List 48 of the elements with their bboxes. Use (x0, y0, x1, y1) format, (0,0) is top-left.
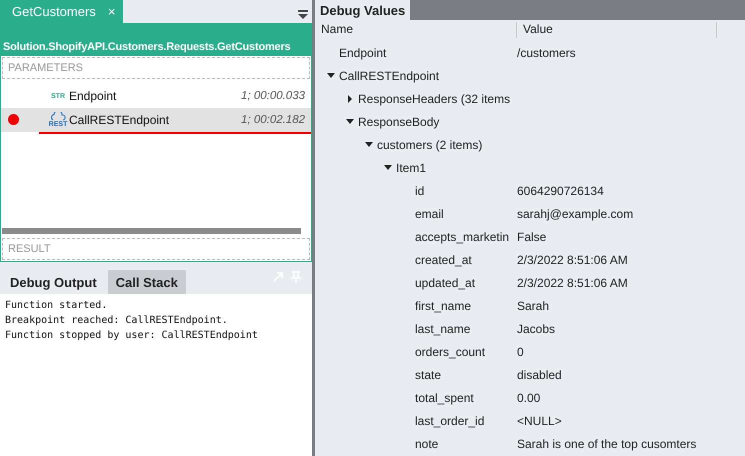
tree-item[interactable]: last_name (415, 322, 470, 336)
value-text: Sarah is one of the top cusomters (516, 436, 696, 450)
column-header[interactable]: Value (517, 22, 717, 38)
value-text: <NULL> (516, 414, 562, 428)
tree-item[interactable]: id (415, 184, 424, 198)
breakpoint-icon[interactable] (8, 114, 19, 125)
path-bar: Solution.ShopifyAPI.Customers.Requests.GetCustomers (0, 23, 312, 56)
step-timing: 1; 00:00.033 (241, 90, 305, 102)
tree-item[interactable]: email (415, 206, 444, 220)
tree-item[interactable]: first_name (415, 298, 472, 312)
tree-item[interactable]: last_order_id (415, 414, 484, 428)
output-line: Function started. (5, 299, 108, 313)
value-text: 0 (516, 344, 524, 358)
tree-item[interactable]: CallRESTEndpoint (339, 68, 440, 82)
tree-item[interactable]: orders_count (415, 344, 486, 358)
value-text: False (516, 230, 546, 244)
tree-item[interactable]: created_at (415, 252, 472, 266)
value-text: Jacobs (516, 322, 556, 336)
value-text: sarahj@example.com (516, 206, 634, 220)
horizontal-scrollbar[interactable] (2, 228, 301, 234)
tree-item[interactable]: accepts_marketin (415, 230, 510, 244)
value-text: /customers (516, 46, 576, 60)
value-text: 6064290726134 (516, 184, 604, 198)
output-tab[interactable]: Call Stack (108, 270, 186, 294)
menu-dropdown-icon[interactable] (298, 10, 308, 19)
value-text: 2/3/2022 8:51:06 AM (516, 252, 628, 266)
step-name: Endpoint (69, 89, 116, 103)
tree-item[interactable]: ResponseBody (358, 114, 440, 128)
tree-item[interactable]: note (415, 436, 438, 450)
step-name: CallRESTEndpoint (69, 113, 170, 127)
tree-item[interactable]: Item1 (396, 160, 426, 174)
step-timing: 1; 00:02.182 (241, 114, 305, 126)
result-section: RESULT (2, 238, 310, 260)
value-text: 2/3/2022 8:51:06 AM (516, 276, 628, 290)
tree-item[interactable]: customers (2 items) (377, 138, 482, 152)
output-line: Function stopped by user: CallRESTEndpoint (5, 329, 259, 343)
column-header[interactable]: Name (315, 22, 517, 38)
tree-item[interactable]: updated_at (415, 276, 476, 290)
tree-item[interactable]: state (415, 368, 442, 382)
parameters-section: PARAMETERS (2, 57, 310, 79)
tree-item[interactable]: total_spent (415, 390, 474, 404)
panel-title: Debug Values (315, 0, 410, 20)
value-text: 0.00 (516, 390, 540, 404)
tree-item[interactable]: ResponseHeaders (32 items (358, 92, 510, 106)
tree-item[interactable]: Endpoint (339, 46, 386, 60)
output-line: Breakpoint reached: CallRESTEndpoint. (5, 314, 229, 328)
value-text: Sarah (516, 298, 550, 312)
value-text: disabled (516, 368, 562, 382)
